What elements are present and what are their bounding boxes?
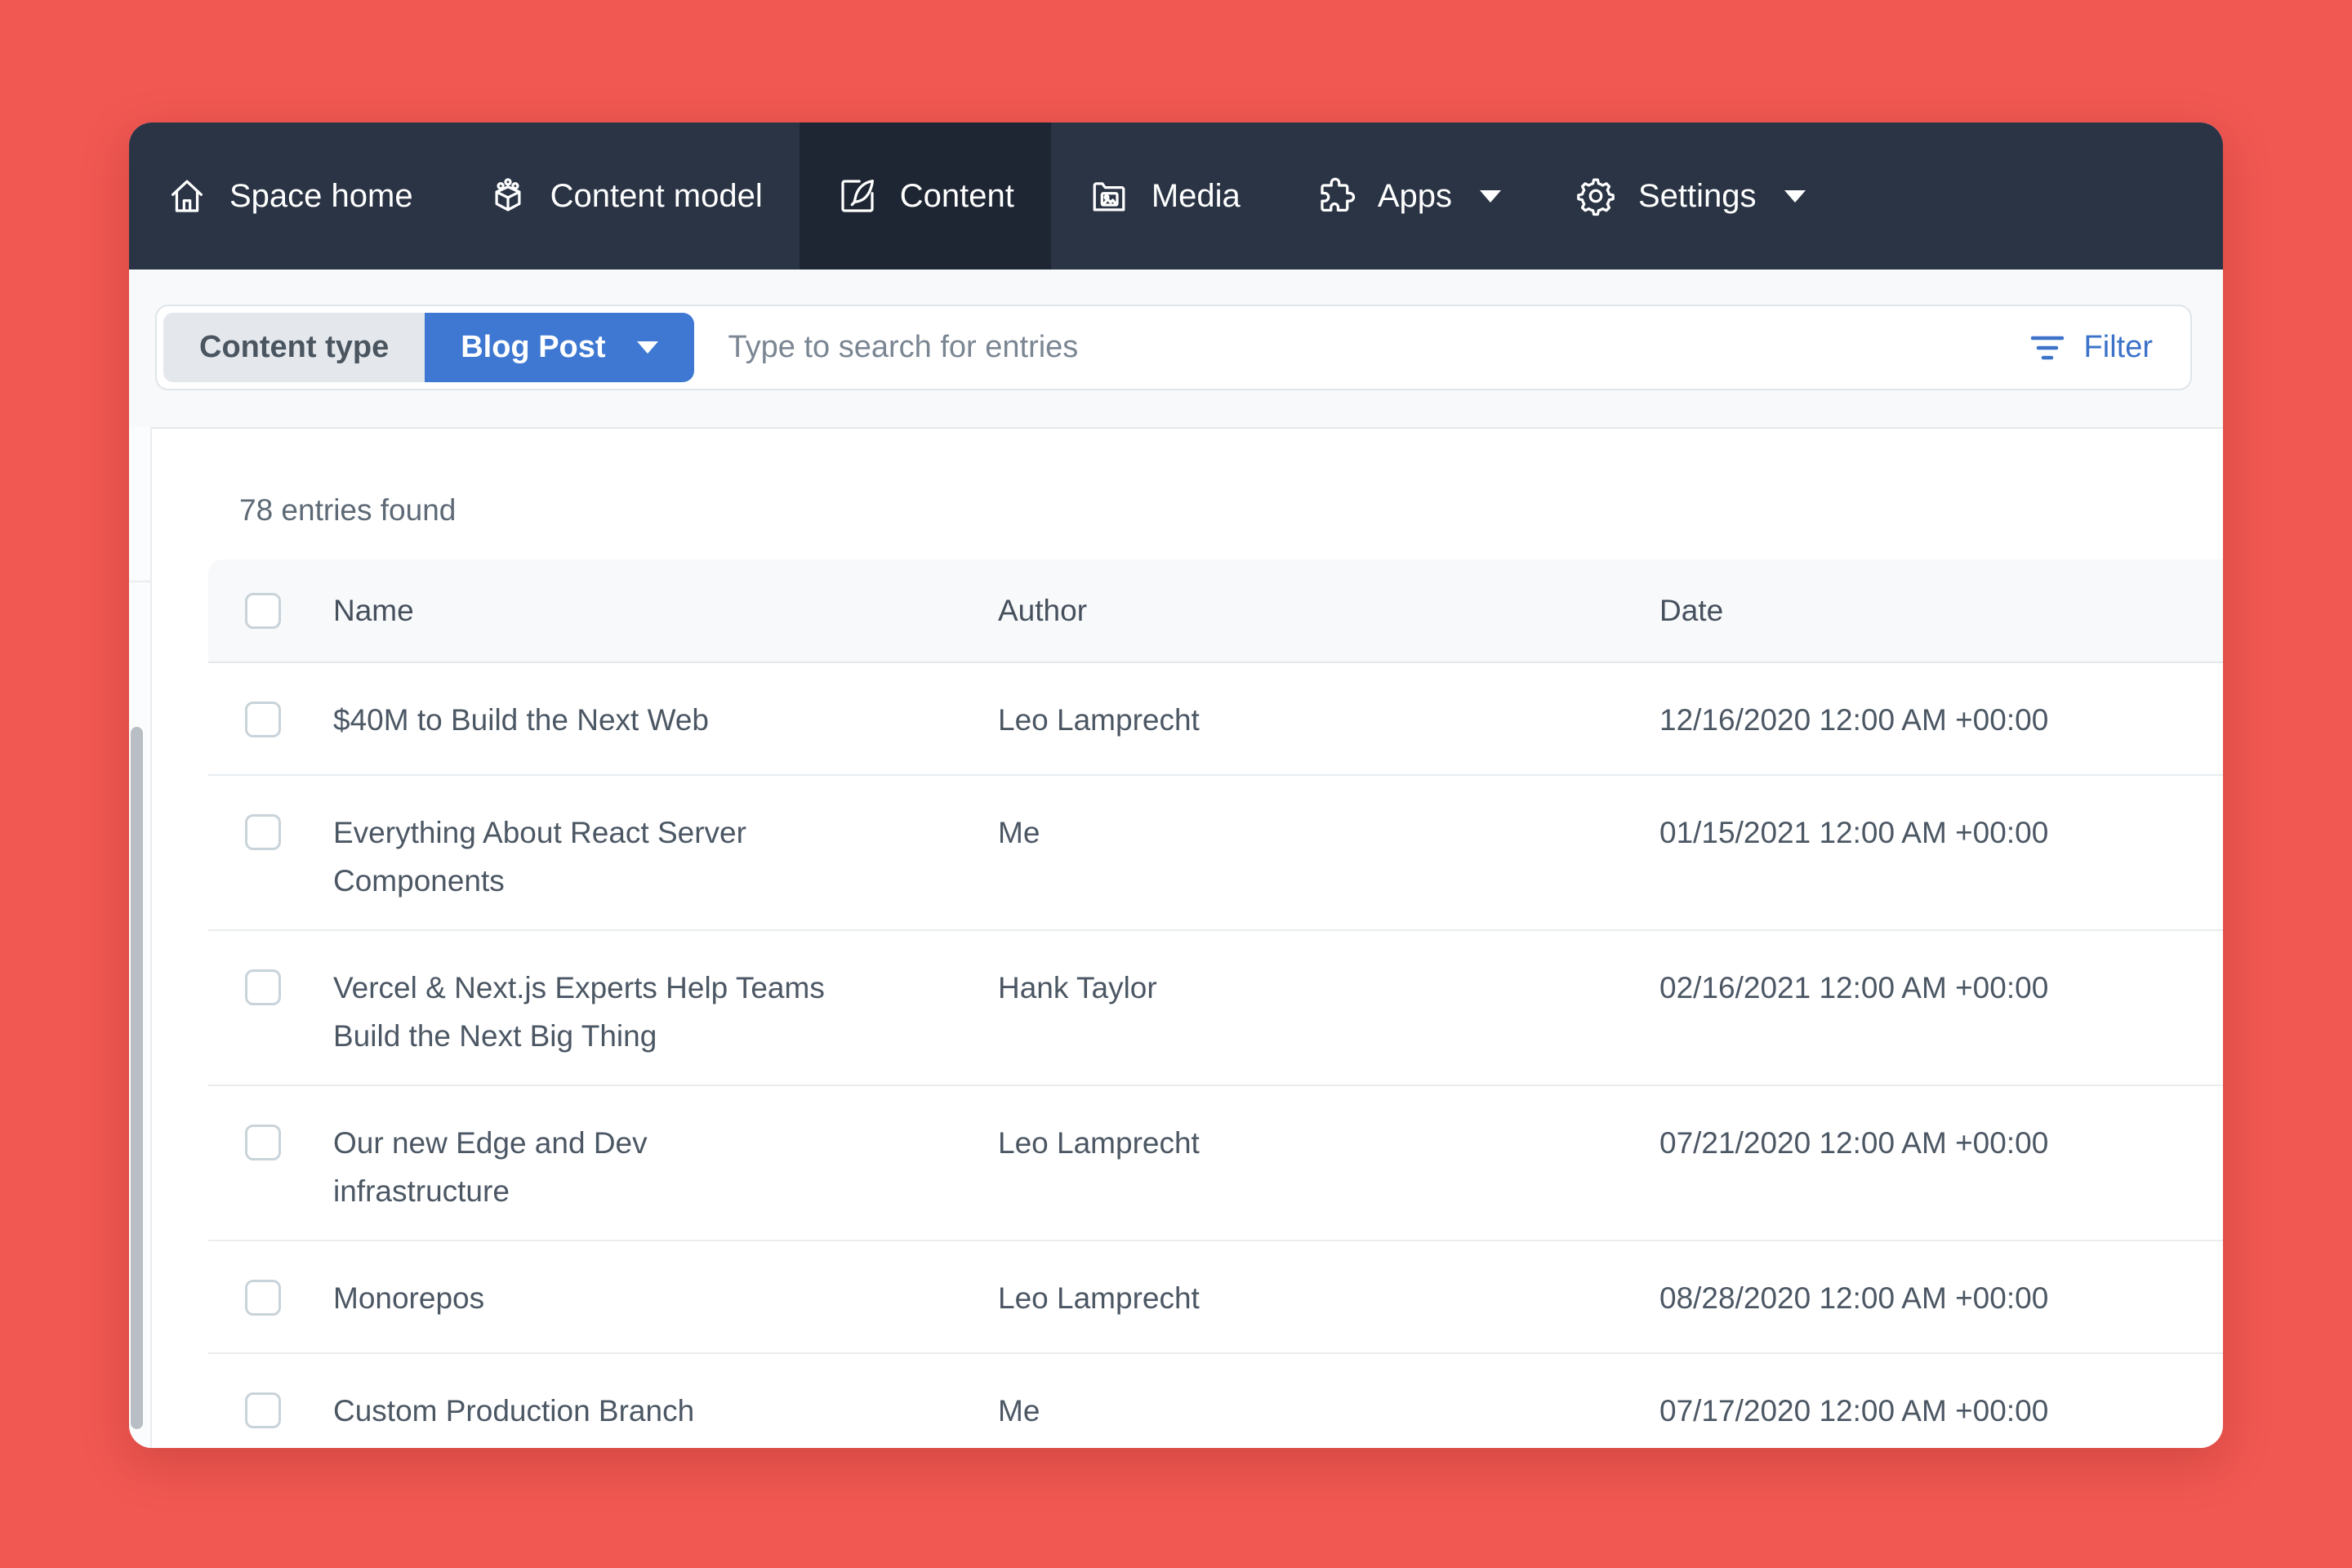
column-header-name: Name — [333, 594, 998, 628]
table-row[interactable]: Custom Production Branch Me 07/17/2020 1… — [208, 1352, 2223, 1448]
column-header-author: Author — [998, 594, 1659, 628]
content-model-icon — [487, 175, 529, 217]
entry-date: 07/17/2020 12:00 AM +00:00 — [1659, 1354, 2223, 1448]
nav-tab-label: Content — [900, 178, 1014, 215]
entry-date: 08/28/2020 12:00 AM +00:00 — [1659, 1241, 2223, 1352]
row-checkbox-cell — [208, 663, 333, 774]
column-header-date: Date — [1659, 594, 2223, 628]
entry-search-bar: Content type Blog Post Filter — [155, 305, 2192, 390]
table-row[interactable]: Monorepos Leo Lamprecht 08/28/2020 12:00… — [208, 1240, 2223, 1352]
left-rail — [129, 427, 152, 1448]
apps-icon — [1314, 175, 1356, 217]
row-checkbox-cell — [208, 1241, 333, 1352]
row-checkbox-cell — [208, 776, 333, 929]
select-all-checkbox[interactable] — [245, 593, 281, 629]
entry-author: Leo Lamprecht — [998, 1086, 1659, 1240]
chevron-down-icon — [1784, 190, 1806, 203]
nav-tab-label: Media — [1152, 178, 1241, 215]
content-type-label: Content type — [163, 313, 425, 382]
settings-icon — [1575, 175, 1617, 217]
nav-tab-label: Space home — [229, 178, 413, 215]
entry-author: Leo Lamprecht — [998, 1241, 1659, 1352]
nav-tab-label: Settings — [1638, 178, 1757, 215]
row-checkbox-cell — [208, 1086, 333, 1240]
entries-count: 78 entries found — [239, 492, 456, 528]
row-checkbox-cell — [208, 931, 333, 1085]
nav-tab-space-home[interactable]: Space home — [129, 122, 450, 270]
entry-date: 02/16/2021 12:00 AM +00:00 — [1659, 931, 2223, 1085]
nav-tab-apps[interactable]: Apps — [1277, 122, 1538, 270]
entry-author: Leo Lamprecht — [998, 663, 1659, 774]
row-checkbox[interactable] — [245, 1280, 281, 1316]
background-sheet-edge — [131, 727, 143, 1429]
content-type-dropdown[interactable]: Blog Post — [425, 313, 693, 382]
filter-label: Filter — [2084, 330, 2153, 365]
top-navbar: Space home Content model Content — [129, 122, 2223, 270]
nav-tab-settings[interactable]: Settings — [1538, 122, 1842, 270]
entry-author: Hank Taylor — [998, 931, 1659, 1085]
entry-name: Vercel & Next.js Experts Help Teams Buil… — [333, 931, 998, 1085]
media-icon — [1088, 175, 1130, 217]
table-header-row: Name Author Date — [208, 559, 2223, 663]
table-row[interactable]: Our new Edge and Dev infrastructure Leo … — [208, 1085, 2223, 1240]
app-window: Space home Content model Content — [129, 122, 2223, 1448]
nav-tab-label: Content model — [550, 178, 763, 215]
entry-date: 12/16/2020 12:00 AM +00:00 — [1659, 663, 2223, 774]
entry-name: $40M to Build the Next Web — [333, 663, 998, 774]
row-checkbox[interactable] — [245, 702, 281, 737]
home-icon — [166, 175, 208, 217]
row-checkbox[interactable] — [245, 814, 281, 850]
search-panel: Content type Blog Post Filter — [129, 270, 2223, 429]
content-icon — [836, 175, 879, 217]
entry-name: Monorepos — [333, 1241, 998, 1352]
chevron-down-icon — [637, 341, 658, 354]
entry-name: Our new Edge and Dev infrastructure — [333, 1086, 998, 1240]
nav-tab-label: Apps — [1378, 178, 1452, 215]
entry-name: Everything About React Server Components — [333, 776, 998, 929]
entry-author: Me — [998, 1354, 1659, 1448]
row-checkbox[interactable] — [245, 969, 281, 1005]
table-row[interactable]: Everything About React Server Components… — [208, 774, 2223, 929]
row-checkbox[interactable] — [245, 1392, 281, 1428]
filter-icon — [2030, 334, 2065, 362]
table-row[interactable]: $40M to Build the Next Web Leo Lamprecht… — [208, 663, 2223, 774]
entry-author: Me — [998, 776, 1659, 929]
content-type-value: Blog Post — [461, 330, 605, 365]
search-input[interactable] — [727, 329, 2025, 366]
row-checkbox-cell — [208, 1354, 333, 1448]
row-checkbox[interactable] — [245, 1125, 281, 1160]
chevron-down-icon — [1480, 190, 1501, 203]
filter-button[interactable]: Filter — [2025, 329, 2158, 366]
entry-date: 07/21/2020 12:00 AM +00:00 — [1659, 1086, 2223, 1240]
entry-date: 01/15/2021 12:00 AM +00:00 — [1659, 776, 2223, 929]
table-row[interactable]: Vercel & Next.js Experts Help Teams Buil… — [208, 929, 2223, 1085]
entry-name: Custom Production Branch — [333, 1354, 998, 1448]
entries-table: Name Author Date $40M to Build the Next … — [208, 559, 2223, 1448]
nav-tab-media[interactable]: Media — [1051, 122, 1277, 270]
desktop-background: Space home Content model Content — [0, 0, 2352, 1568]
nav-tab-content-model[interactable]: Content model — [450, 122, 800, 270]
header-checkbox-cell — [208, 593, 333, 629]
nav-tab-content[interactable]: Content — [800, 122, 1051, 270]
